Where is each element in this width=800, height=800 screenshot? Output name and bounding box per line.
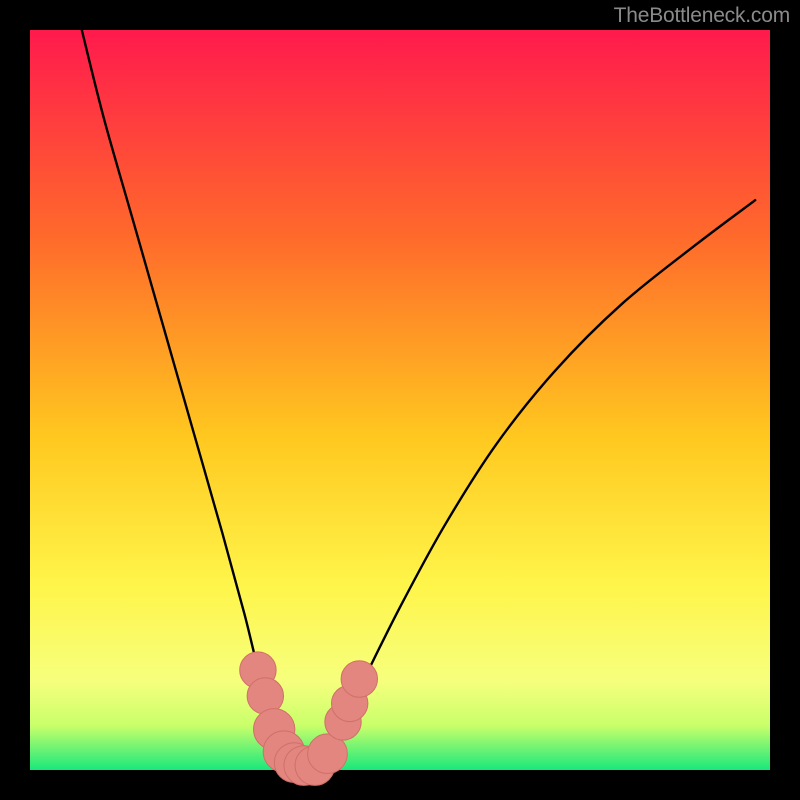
chart-root: { "watermark": "TheBottleneck.com", "col… (0, 0, 800, 800)
data-marker (341, 661, 377, 697)
watermark-text: TheBottleneck.com (614, 4, 790, 28)
plot-background (30, 30, 770, 770)
bottleneck-chart (0, 0, 800, 800)
